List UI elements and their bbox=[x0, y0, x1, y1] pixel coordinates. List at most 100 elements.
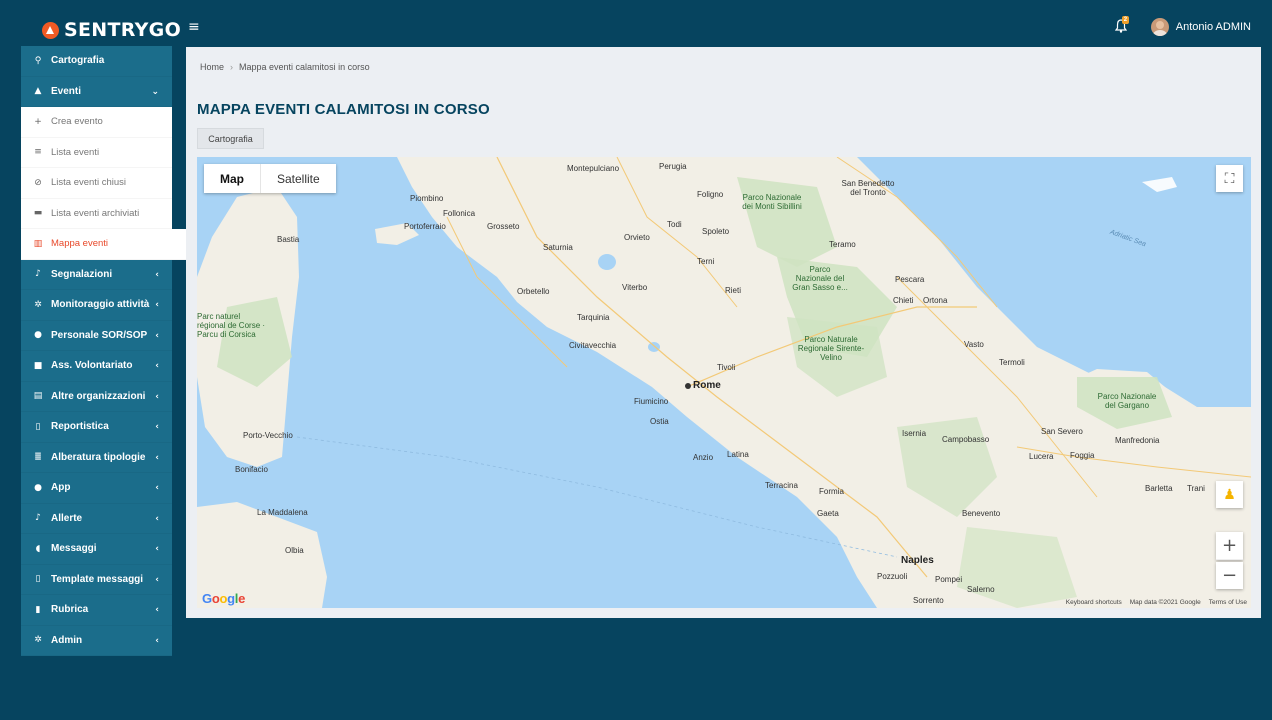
sidebar-item-cartografia[interactable]: ⚲ Cartografia bbox=[21, 46, 172, 77]
chevron-left-icon: ‹ bbox=[155, 483, 159, 493]
map-label-barletta: Barletta bbox=[1145, 484, 1173, 493]
file-icon: ▯ bbox=[35, 574, 41, 585]
map-label-anzio: Anzio bbox=[693, 453, 714, 462]
sidebar-item-volontariato[interactable]: ■ Ass. Volontariato ‹ bbox=[21, 351, 172, 382]
map-view[interactable]: Rome Naples Bastia Parc naturel régional… bbox=[197, 157, 1251, 608]
logo-icon bbox=[42, 21, 59, 39]
breadcrumb-current: Mappa eventi calamitosi in corso bbox=[239, 62, 370, 72]
map-icon: ▥ bbox=[33, 238, 43, 249]
map-label-la-maddalena: La Maddalena bbox=[257, 508, 308, 517]
sidebar-subitem-lista-eventi[interactable]: ≡ Lista eventi bbox=[21, 137, 172, 168]
map-type-satellite-button[interactable]: Satellite bbox=[261, 164, 336, 193]
sidebar-subitem-crea-evento[interactable]: + Crea evento bbox=[21, 107, 172, 138]
app-logo[interactable]: SENTRYGO bbox=[42, 18, 181, 42]
sidebar-item-label: Template messaggi bbox=[51, 573, 144, 585]
sidebar-item-app[interactable]: ● App ‹ bbox=[21, 473, 172, 504]
sidebar-subitem-mappa-eventi[interactable]: ▥ Mappa eventi bbox=[21, 229, 186, 260]
map-label-tarquinia: Tarquinia bbox=[577, 313, 610, 322]
sidebar-item-allerte[interactable]: ♪ Allerte ‹ bbox=[21, 504, 172, 534]
map-label-san-benedetto: San Benedetto del Tronto bbox=[841, 179, 895, 197]
map-label-gaeta: Gaeta bbox=[817, 509, 839, 518]
breadcrumb: Home › Mappa eventi calamitosi in corso bbox=[200, 62, 370, 72]
sidebar-subitem-lista-eventi-chiusi[interactable]: ⊘ Lista eventi chiusi bbox=[21, 168, 172, 199]
sidebar-item-personale[interactable]: ● Personale SOR/SOP ‹ bbox=[21, 321, 172, 351]
map-canvas bbox=[197, 157, 1251, 608]
plus-icon: + bbox=[34, 116, 42, 127]
map-label-san-severo: San Severo bbox=[1041, 427, 1083, 436]
chevron-left-icon: ‹ bbox=[155, 605, 159, 615]
list-icon: ≣ bbox=[34, 452, 42, 463]
map-label-teramo: Teramo bbox=[829, 240, 856, 249]
map-label-follonica: Follonica bbox=[443, 209, 476, 218]
menu-toggle-icon[interactable]: ≡ bbox=[188, 19, 200, 35]
sidebar-item-label: Eventi bbox=[51, 85, 82, 97]
comments-icon: ◖ bbox=[35, 543, 41, 554]
sidebar-item-label: Messaggi bbox=[51, 543, 97, 555]
chevron-down-icon: ⌄ bbox=[151, 86, 159, 97]
sidebar-item-monitoraggio[interactable]: ✲ Monitoraggio attività ‹ bbox=[21, 290, 172, 321]
map-label-ostia: Ostia bbox=[650, 417, 669, 426]
bell-icon: ♪ bbox=[35, 513, 41, 524]
sidebar-item-segnalazioni[interactable]: ♪ Segnalazioni ‹ bbox=[21, 260, 172, 290]
map-label-campobasso: Campobasso bbox=[942, 435, 990, 444]
map-label-montepulciano: Montepulciano bbox=[567, 164, 620, 173]
address-book-icon: ▮ bbox=[35, 604, 41, 615]
gears-icon: ✲ bbox=[34, 635, 42, 646]
sidebar-item-altre-organizzazioni[interactable]: ▤ Altre organizzazioni ‹ bbox=[21, 382, 172, 412]
map-label-bastia: Bastia bbox=[277, 235, 300, 244]
sidebar-item-messaggi[interactable]: ◖ Messaggi ‹ bbox=[21, 534, 172, 565]
keyboard-shortcuts-link[interactable]: Keyboard shortcuts bbox=[1066, 599, 1122, 606]
chevron-left-icon: ‹ bbox=[155, 422, 159, 432]
sidebar-item-label: Lista eventi chiusi bbox=[51, 177, 126, 189]
map-label-terni: Terni bbox=[697, 257, 715, 266]
page-title: MAPPA EVENTI CALAMITOSI IN CORSO bbox=[197, 101, 490, 118]
sidebar-item-eventi[interactable]: ▲ Eventi ⌄ bbox=[21, 77, 172, 107]
map-label-sirente-park: Parco Naturale Regionale Sirente-Velino bbox=[797, 335, 865, 362]
map-label-orvieto: Orvieto bbox=[624, 233, 650, 242]
map-label-trani: Trani bbox=[1187, 484, 1205, 493]
map-label-chieti: Chieti bbox=[893, 296, 914, 305]
map-label-pompei: Pompei bbox=[935, 575, 963, 584]
zoom-out-button[interactable]: − bbox=[1216, 562, 1243, 589]
user-icon: ● bbox=[34, 482, 42, 493]
sidebar-item-label: Segnalazioni bbox=[51, 268, 113, 280]
sidebar-item-reportistica[interactable]: ▯ Reportistica ‹ bbox=[21, 412, 172, 443]
truck-icon: ■ bbox=[33, 360, 43, 371]
chevron-left-icon: ‹ bbox=[155, 544, 159, 554]
sidebar-item-label: Lista eventi bbox=[51, 146, 100, 158]
terms-of-use-link[interactable]: Terms of Use bbox=[1209, 599, 1247, 606]
sidebar-item-admin[interactable]: ✲ Admin ‹ bbox=[21, 626, 172, 656]
sidebar-item-label: Allerte bbox=[51, 512, 83, 524]
warning-icon: ▲ bbox=[34, 86, 42, 97]
sidebar-item-template-messaggi[interactable]: ▯ Template messaggi ‹ bbox=[21, 565, 172, 595]
map-label-rieti: Rieti bbox=[725, 286, 742, 295]
map-label-rome: Rome bbox=[693, 380, 721, 391]
notification-bell-icon[interactable]: 2 bbox=[1114, 16, 1130, 35]
fullscreen-icon[interactable]: ⛶ bbox=[1216, 165, 1243, 192]
sidebar-item-rubrica[interactable]: ▮ Rubrica ‹ bbox=[21, 595, 172, 626]
chevron-left-icon: ‹ bbox=[155, 269, 159, 280]
notification-count-badge: 2 bbox=[1121, 16, 1130, 24]
street-view-pegman-icon[interactable]: ♟ bbox=[1216, 481, 1243, 508]
sidebar-item-label: Personale SOR/SOP bbox=[51, 329, 148, 341]
map-label-bonifacio: Bonifacio bbox=[235, 465, 268, 474]
map-type-map-button[interactable]: Map bbox=[204, 164, 261, 193]
map-label-sorrento: Sorrento bbox=[913, 596, 944, 605]
sidebar-item-label: Admin bbox=[51, 634, 83, 646]
sidebar-item-label: Rubrica bbox=[51, 604, 89, 616]
zoom-in-button[interactable]: + bbox=[1216, 532, 1243, 560]
tab-cartografia[interactable]: Cartografia bbox=[197, 128, 264, 149]
sidebar-item-alberatura[interactable]: ≣ Alberatura tipologie ‹ bbox=[21, 443, 172, 473]
map-label-termoli: Termoli bbox=[999, 358, 1025, 367]
user-name[interactable]: Antonio ADMIN bbox=[1176, 21, 1251, 33]
bell-icon: ♪ bbox=[35, 269, 41, 280]
avatar[interactable] bbox=[1150, 18, 1169, 36]
chevron-left-icon: ‹ bbox=[155, 300, 159, 310]
breadcrumb-home-link[interactable]: Home bbox=[200, 62, 224, 72]
sidebar-subitem-lista-eventi-archiviati[interactable]: ▬ Lista eventi archiviati bbox=[21, 198, 172, 229]
map-label-lucera: Lucera bbox=[1029, 452, 1054, 461]
user-icon: ● bbox=[34, 330, 42, 341]
map-label-saturnia: Saturnia bbox=[543, 243, 573, 252]
sidebar-item-label: Altre organizzazioni bbox=[51, 390, 146, 402]
building-icon: ▤ bbox=[33, 391, 43, 402]
